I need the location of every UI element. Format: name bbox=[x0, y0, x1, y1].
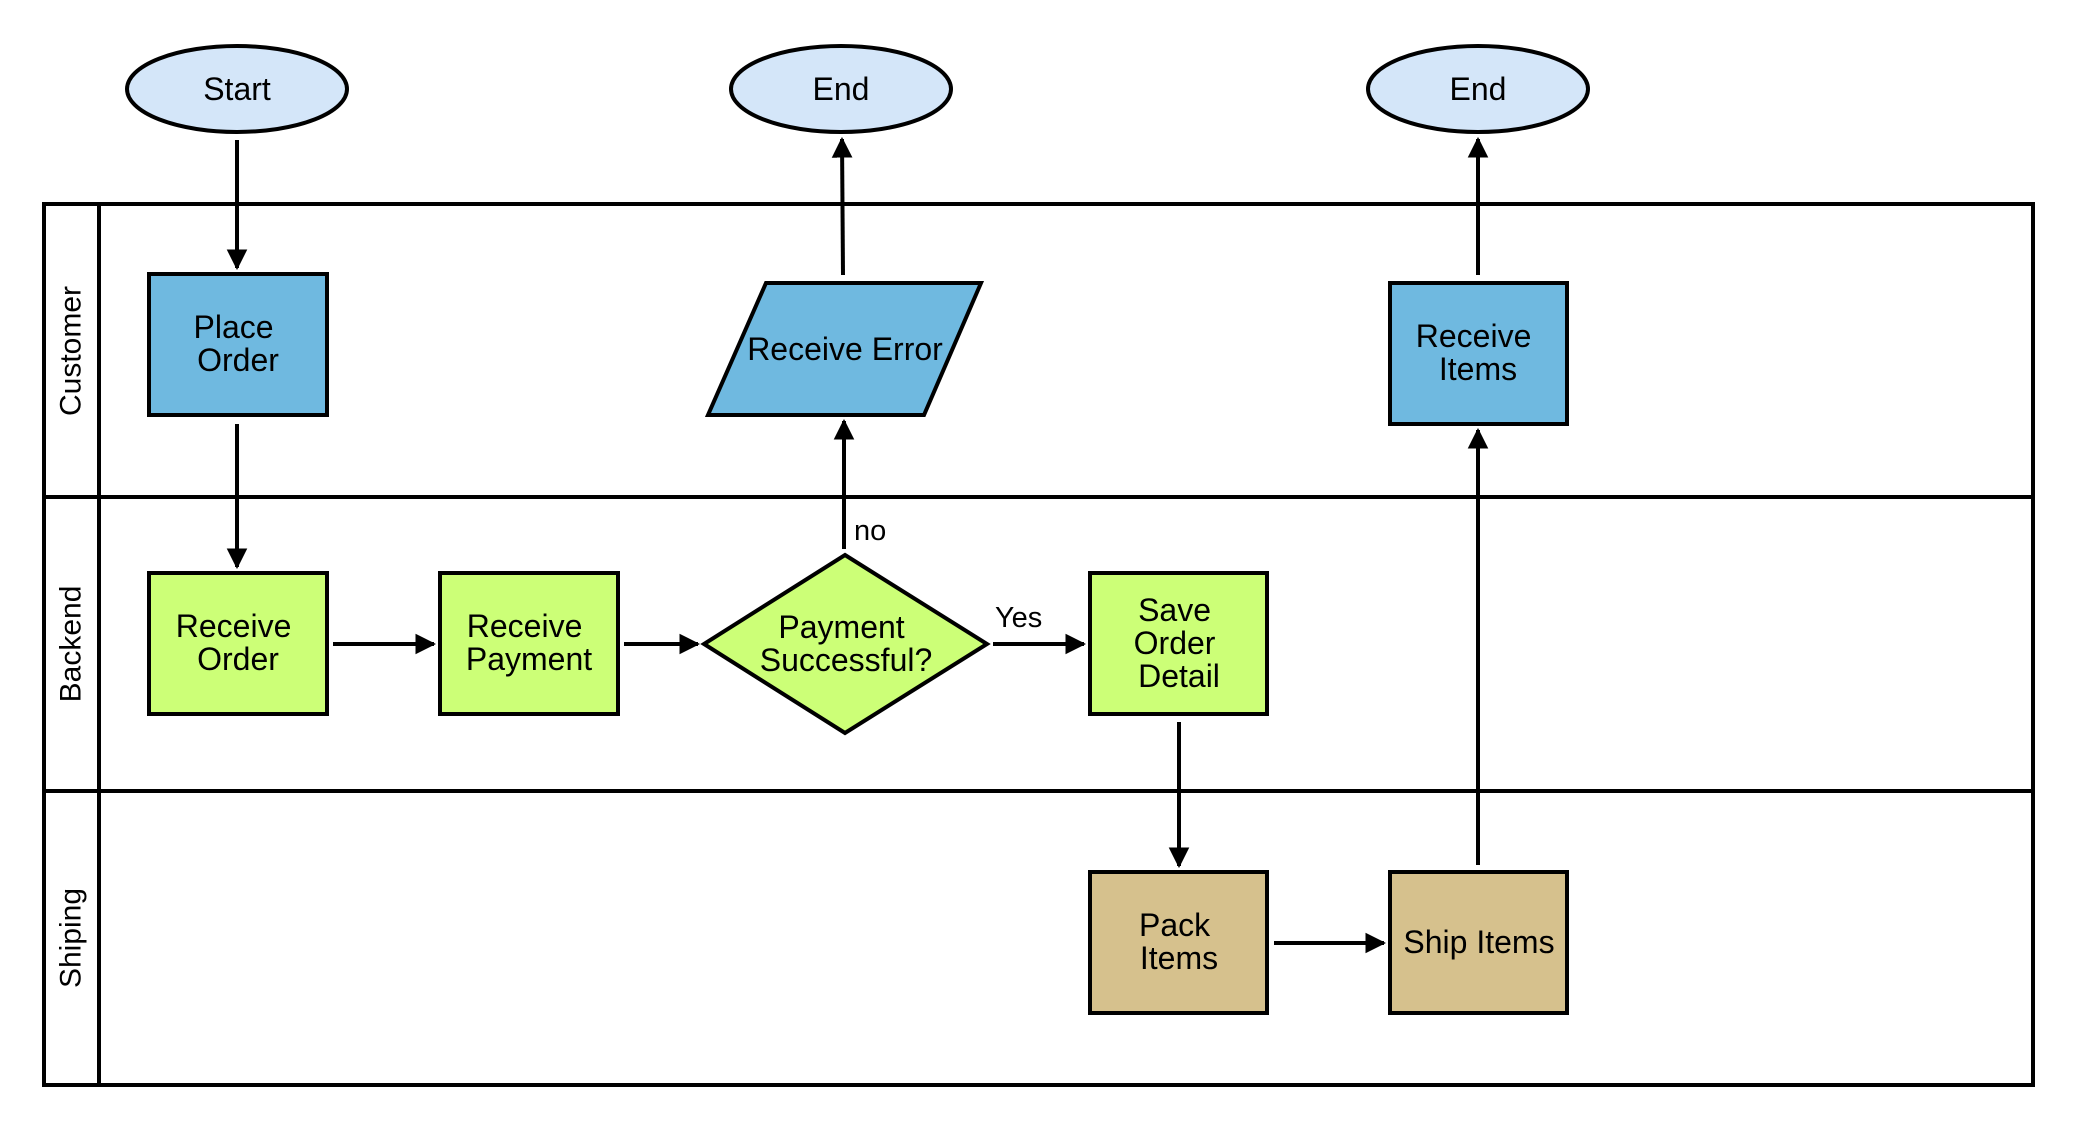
node-pack-items-label: Pack Items bbox=[1139, 907, 1219, 976]
swimlane-diagram: Customer Backend Shiping no Yes Start En… bbox=[42, 44, 2035, 1087]
terminal-end-success-label: End bbox=[1450, 71, 1507, 107]
lane-customer: Customer bbox=[55, 286, 88, 416]
node-place-order-label: Place Order bbox=[194, 309, 283, 378]
lane-backend: Backend bbox=[55, 586, 88, 703]
terminal-start[interactable]: Start bbox=[125, 44, 349, 134]
node-place-order[interactable]: Place Order bbox=[147, 272, 329, 417]
node-pack-items[interactable]: Pack Items bbox=[1088, 870, 1269, 1015]
terminal-end-success[interactable]: End bbox=[1366, 44, 1590, 134]
edge-receive-error-to-end bbox=[831, 136, 853, 276]
terminal-end-error[interactable]: End bbox=[729, 44, 953, 134]
node-receive-error-label: Receive Error bbox=[747, 331, 943, 367]
terminal-start-label: Start bbox=[203, 71, 271, 107]
node-payment-decision-label: Payment Successful? bbox=[760, 609, 933, 678]
node-receive-items[interactable]: Receive Items bbox=[1388, 281, 1569, 426]
node-receive-error[interactable]: Receive Error bbox=[704, 281, 985, 417]
node-save-order-detail[interactable]: Save Order Detail bbox=[1088, 571, 1269, 716]
lane-shipping: Shiping bbox=[55, 888, 88, 988]
node-ship-items-label: Ship Items bbox=[1403, 924, 1554, 960]
edge-label-yes: Yes bbox=[995, 602, 1042, 634]
node-payment-decision[interactable]: Payment Successful? bbox=[700, 552, 991, 736]
node-save-order-detail-label: Save Order Detail bbox=[1134, 592, 1225, 694]
terminal-end-error-label: End bbox=[813, 71, 870, 107]
lane-label-customer: Customer bbox=[55, 286, 88, 416]
node-ship-items[interactable]: Ship Items bbox=[1388, 870, 1569, 1015]
lane-label-backend: Backend bbox=[55, 586, 88, 703]
lane-label-shipping: Shiping bbox=[55, 888, 88, 988]
node-receive-payment[interactable]: Receive Payment bbox=[438, 571, 620, 716]
node-receive-payment-label: Receive Payment bbox=[466, 608, 592, 677]
edge-label-no: no bbox=[854, 515, 886, 547]
node-receive-order[interactable]: Receive Order bbox=[147, 571, 329, 716]
